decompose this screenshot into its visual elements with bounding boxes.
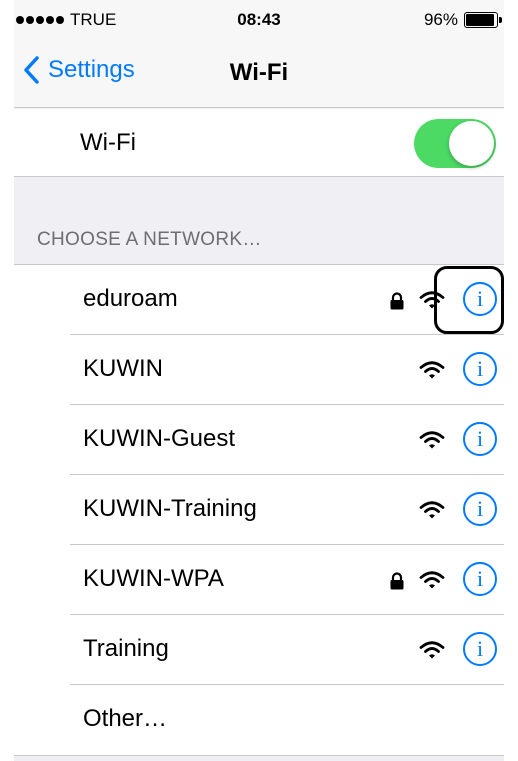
wifi-toggle-label: Wi-Fi xyxy=(80,129,136,156)
info-icon[interactable]: i xyxy=(463,632,497,666)
page-title: Wi-Fi xyxy=(229,59,289,86)
battery-percent: 96% xyxy=(423,10,458,29)
wifi-signal-icon xyxy=(419,360,445,385)
section-header: CHOOSE A NETWORK… xyxy=(37,229,262,250)
network-name: KUWIN-Training xyxy=(83,495,257,522)
navigation-bar: Settings Wi-Fi xyxy=(14,40,504,108)
wifi-signal-icon xyxy=(419,640,445,665)
network-row[interactable]: KUWIN-Guest i xyxy=(14,405,504,475)
wifi-signal-icon xyxy=(419,290,445,315)
lock-icon xyxy=(389,292,405,315)
network-list: eduroam i KUWIN i KUWIN-Guest i KUWIN-Training… xyxy=(14,264,504,756)
other-network-row[interactable]: Other… xyxy=(14,685,504,755)
network-name: eduroam xyxy=(83,285,178,312)
status-bar: TRUE 08:43 96% xyxy=(14,0,504,40)
wifi-toggle-switch[interactable] xyxy=(414,119,496,168)
network-name: Training xyxy=(83,635,169,662)
battery-icon xyxy=(464,12,502,28)
other-network-label: Other… xyxy=(83,705,168,732)
settings-view: TRUE 08:43 96% Settings Wi-Fi Wi-Fi CHOO… xyxy=(14,0,504,761)
wifi-signal-icon xyxy=(419,500,445,525)
network-name: KUWIN xyxy=(83,355,163,382)
wifi-signal-icon xyxy=(419,570,445,595)
info-icon[interactable]: i xyxy=(463,282,497,316)
battery-group: 96% xyxy=(423,10,502,30)
lock-icon xyxy=(389,572,405,595)
network-row[interactable]: Training i xyxy=(14,615,504,685)
info-icon[interactable]: i xyxy=(463,492,497,526)
network-row[interactable]: eduroam i xyxy=(14,265,504,335)
network-row[interactable]: KUWIN-WPA i xyxy=(14,545,504,615)
wifi-signal-icon xyxy=(419,430,445,455)
info-icon[interactable]: i xyxy=(463,422,497,456)
network-row[interactable]: KUWIN i xyxy=(14,335,504,405)
wifi-toggle-row: Wi-Fi xyxy=(14,109,504,177)
info-icon[interactable]: i xyxy=(463,562,497,596)
screen: TRUE 08:43 96% Settings Wi-Fi Wi-Fi CHOO… xyxy=(0,0,518,761)
network-name: KUWIN-Guest xyxy=(83,425,236,452)
network-row[interactable]: KUWIN-Training i xyxy=(14,475,504,545)
info-icon[interactable]: i xyxy=(463,352,497,386)
network-name: KUWIN-WPA xyxy=(83,565,224,592)
toggle-knob xyxy=(449,121,494,166)
